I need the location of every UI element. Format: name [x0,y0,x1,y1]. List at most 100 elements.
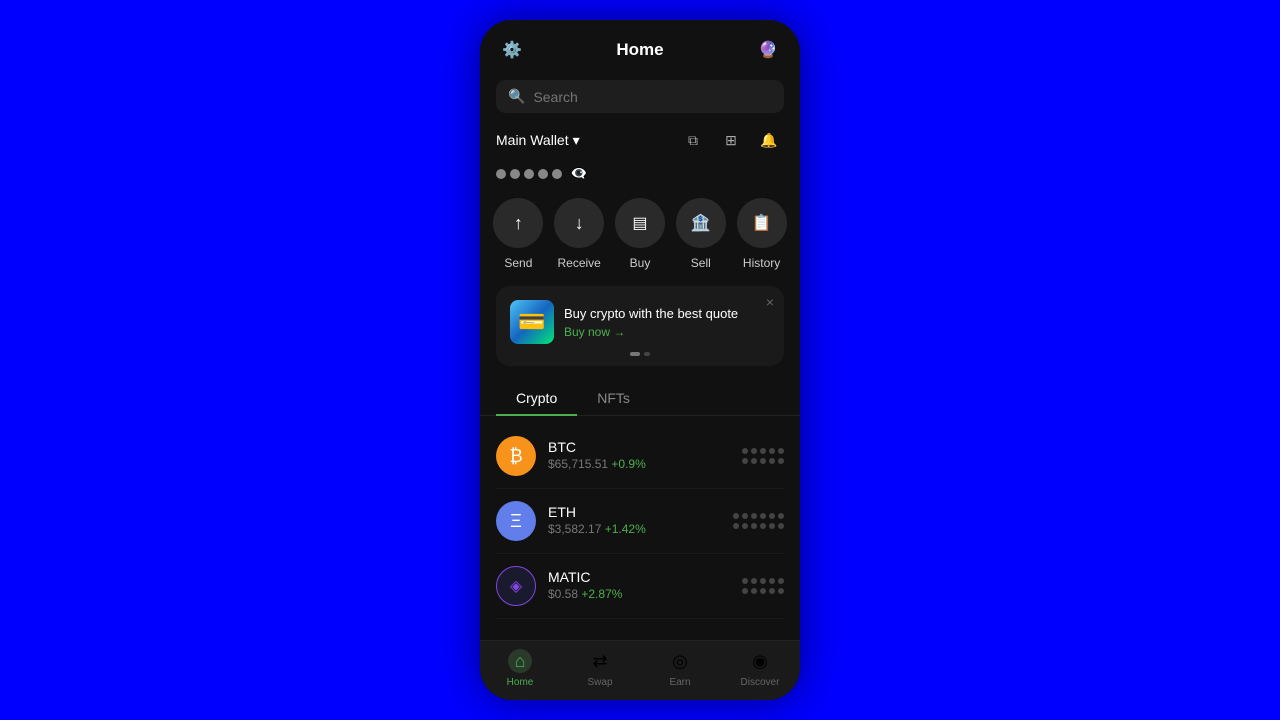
promo-text: Buy crypto with the best quote Buy now → [564,306,770,339]
btc-icon: ₿ [496,436,536,476]
promo-banner: × 💳 Buy crypto with the best quote Buy n… [496,286,784,366]
eth-chart-row1 [733,513,784,519]
eth-info: ETH $3,582.17 +1.42% [548,504,733,538]
matic-price-row: $0.58 +2.87% [548,585,742,603]
balance-dot-1 [496,169,506,179]
send-label: Send [504,256,532,270]
balance-dot-2 [510,169,520,179]
crypto-item-eth[interactable]: Ξ ETH $3,582.17 +1.42% [496,489,784,554]
history-label: History [743,256,780,270]
promo-dot-1 [630,352,640,356]
nav-discover[interactable]: ◉ Discover [720,649,800,688]
crypto-item-btc[interactable]: ₿ BTC $65,715.51 +0.9% [496,424,784,489]
discover-icon: ◉ [748,649,772,673]
eth-chart-row2 [733,523,784,529]
promo-content: 💳 Buy crypto with the best quote Buy now… [510,300,770,344]
phone-frame: ⚙️ Home 🔮 🔍 Main Wallet ▾ ⧉ ⊞ 🔔 👁‍🗨 ↑ [480,20,800,700]
wallet-row: Main Wallet ▾ ⧉ ⊞ 🔔 [480,125,800,165]
crypto-item-matic[interactable]: ◈ MATIC $0.58 +2.87% [496,554,784,619]
header: ⚙️ Home 🔮 [480,20,800,76]
matic-change: +2.87% [581,587,622,601]
receive-icon-circle: ↓ [554,198,604,248]
nav-swap[interactable]: ⇄ Swap [560,649,640,688]
copy-button[interactable]: ⧉ [678,125,708,155]
bell-button[interactable]: 🔔 [754,125,784,155]
nav-earn[interactable]: ◎ Earn [640,649,720,688]
eth-price: $3,582.17 [548,522,605,536]
balance-dot-3 [524,169,534,179]
buy-action[interactable]: ▤ Buy [615,198,665,270]
earn-icon: ◎ [668,649,692,673]
btc-change: +0.9% [611,457,645,471]
wallet-selector[interactable]: Main Wallet ▾ [496,132,580,149]
eth-change: +1.42% [605,522,646,536]
tab-crypto[interactable]: Crypto [496,382,577,416]
discover-nav-label: Discover [741,677,780,688]
history-icon-circle: 📋 [737,198,787,248]
tab-nfts[interactable]: NFTs [577,382,650,416]
nav-home[interactable]: ⌂ Home [480,649,560,688]
btc-chart [742,448,784,464]
wallet-name-label: Main Wallet [496,132,569,148]
matic-info: MATIC $0.58 +2.87% [548,569,742,603]
home-nav-label: Home [507,677,534,688]
sell-action[interactable]: 🏦 Sell [676,198,726,270]
action-buttons: ↑ Send ↓ Receive ▤ Buy 🏦 Sell 📋 H [480,198,800,286]
send-icon: ↑ [514,213,523,234]
earn-nav-label: Earn [669,677,690,688]
promo-title: Buy crypto with the best quote [564,306,770,321]
btc-price-row: $65,715.51 +0.9% [548,455,742,473]
matic-chart-row2 [742,588,784,594]
swap-nav-label: Swap [587,677,612,688]
matic-name: MATIC [548,569,742,585]
settings-button[interactable]: ⚙️ [496,34,528,66]
btc-info: BTC $65,715.51 +0.9% [548,439,742,473]
send-action[interactable]: ↑ Send [493,198,543,270]
matic-chart [742,578,784,594]
receive-label: Receive [558,256,601,270]
matic-price: $0.58 [548,587,581,601]
wallet-dropdown-icon: ▾ [573,132,580,149]
buy-label: Buy [630,256,651,270]
crypto-list: ₿ BTC $65,715.51 +0.9% [480,424,800,640]
swap-icon: ⇄ [588,649,612,673]
wallet-actions: ⧉ ⊞ 🔔 [678,125,784,155]
matic-icon: ◈ [496,566,536,606]
promo-indicator [510,352,770,356]
buy-icon: ▤ [632,213,647,233]
btc-price: $65,715.51 [548,457,611,471]
page-title: Home [616,40,663,60]
promo-image: 💳 [510,300,554,344]
scan-button[interactable]: ⊞ [716,125,746,155]
btc-chart-row2 [742,458,784,464]
eth-name: ETH [548,504,733,520]
history-icon: 📋 [752,213,772,233]
receive-icon: ↓ [575,213,584,234]
promo-link-button[interactable]: Buy now → [564,325,770,339]
history-action[interactable]: 📋 History [737,198,787,270]
hide-balance-icon[interactable]: 👁‍🗨 [570,165,587,182]
sell-icon-circle: 🏦 [676,198,726,248]
promo-close-button[interactable]: × [766,294,774,310]
search-input[interactable] [533,89,772,105]
eth-price-row: $3,582.17 +1.42% [548,520,733,538]
receive-action[interactable]: ↓ Receive [554,198,604,270]
bottom-nav: ⌂ Home ⇄ Swap ◎ Earn ◉ Discover [480,640,800,700]
search-bar: 🔍 [496,80,784,113]
promo-dot-2 [644,352,650,356]
balance-display: 👁‍🗨 [480,165,800,198]
home-icon: ⌂ [508,649,532,673]
eth-chart [733,513,784,529]
theme-button[interactable]: 🔮 [752,34,784,66]
balance-dot-4 [538,169,548,179]
balance-dot-5 [552,169,562,179]
btc-name: BTC [548,439,742,455]
sell-label: Sell [691,256,711,270]
buy-icon-circle: ▤ [615,198,665,248]
send-icon-circle: ↑ [493,198,543,248]
sell-icon: 🏦 [691,213,711,233]
asset-tabs: Crypto NFTs [480,382,800,416]
eth-icon: Ξ [496,501,536,541]
btc-chart-row1 [742,448,784,454]
search-icon: 🔍 [508,88,525,105]
